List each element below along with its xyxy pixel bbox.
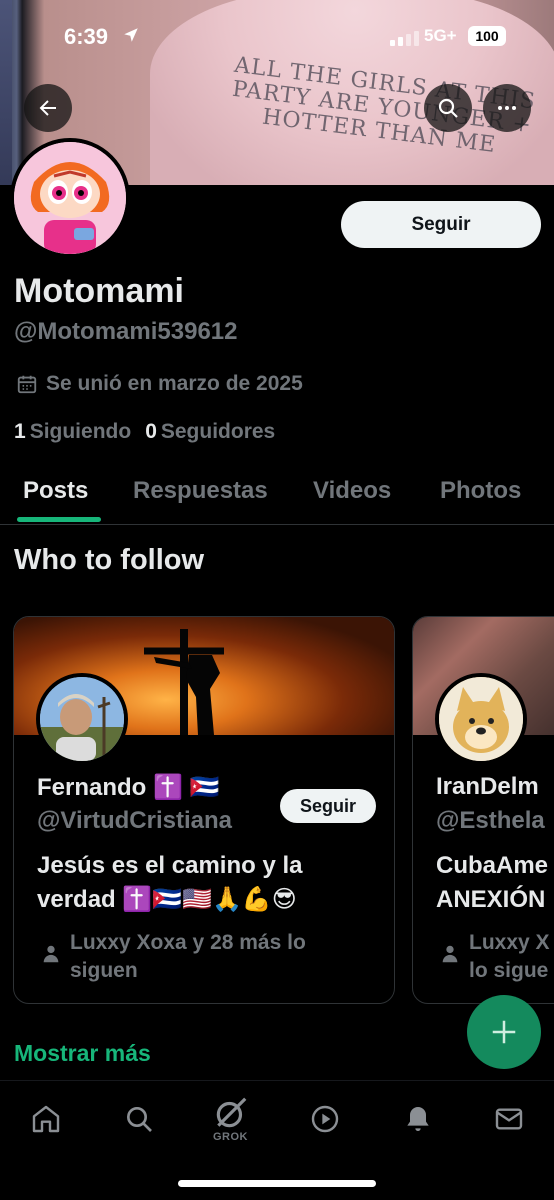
home-icon [32, 1105, 60, 1133]
tab-videos[interactable]: Videos [313, 477, 391, 505]
home-indicator[interactable] [178, 1180, 376, 1187]
card-avatar[interactable] [36, 673, 128, 765]
card-avatar[interactable] [435, 673, 527, 765]
active-tab-indicator [17, 517, 101, 522]
tab-posts[interactable]: Posts [23, 477, 88, 505]
who-to-follow-title: Who to follow [14, 544, 205, 576]
show-more-link[interactable]: Mostrar más [14, 1040, 151, 1067]
nav-search[interactable] [119, 1099, 159, 1139]
location-arrow-icon [122, 26, 140, 49]
followers-count: 0 [145, 420, 157, 443]
status-bar: 6:39 5G+ 100 [0, 0, 554, 75]
compose-post-button[interactable] [467, 995, 541, 1069]
nav-notifications[interactable] [398, 1099, 438, 1139]
card-bio: CubaAme ANEXIÓN [436, 852, 549, 913]
profile-avatar[interactable] [10, 138, 130, 258]
more-dots-icon [498, 106, 516, 110]
battery-icon: 100 [468, 26, 506, 46]
joined-text: Se unió en marzo de 2025 [46, 372, 303, 395]
profile-handle: @Motomami539612 [14, 318, 238, 345]
card-followed-by: Luxxy Xoxa y 28 más lo siguen [70, 931, 306, 982]
network-type: 5G+ [424, 26, 457, 45]
following-count: 1 [14, 420, 26, 443]
follow-counts: 1 Siguiendo 0 Seguidores [14, 420, 275, 444]
card-follow-button[interactable]: Seguir [280, 789, 376, 823]
search-icon [127, 1107, 152, 1132]
card-bio: Jesús es el camino y la verdad ✝️🇨🇺🇺🇸🙏💪😎 [37, 852, 303, 913]
bell-icon [407, 1107, 429, 1131]
tab-replies[interactable]: Respuestas [133, 477, 268, 505]
search-button[interactable] [424, 84, 472, 132]
profile-name: Motomami [14, 272, 184, 310]
signal-icon [390, 30, 420, 46]
nav-grok[interactable] [211, 1093, 251, 1133]
card-name: Fernando ✝️ 🇨🇺 [37, 774, 220, 801]
profile-tabs: Posts Respuestas Videos Photos [0, 465, 554, 525]
card-followed-by: Luxxy X lo sigue [469, 931, 550, 982]
more-options-button[interactable] [483, 84, 531, 132]
card-handle: @Esthela [436, 807, 545, 834]
joined-date: Se unió en marzo de 2025 [16, 372, 303, 396]
back-button[interactable] [24, 84, 72, 132]
card-handle: @VirtudCristiana [37, 807, 232, 834]
tab-photos[interactable]: Photos [440, 477, 521, 505]
card-name: IranDelm [436, 773, 539, 800]
nav-home[interactable] [26, 1099, 66, 1139]
following-link[interactable]: 1 Siguiendo [14, 420, 131, 444]
nav-videos[interactable] [305, 1099, 345, 1139]
grok-icon [216, 1097, 247, 1128]
grok-label: GROK [213, 1131, 248, 1143]
suggestion-card[interactable]: Fernando ✝️ 🇨🇺 Seguir @VirtudCristiana J… [13, 616, 395, 1004]
nav-messages[interactable] [489, 1099, 529, 1139]
person-icon [439, 943, 461, 970]
plus-icon [492, 1020, 516, 1044]
calendar-icon [17, 375, 37, 394]
search-icon [438, 98, 458, 118]
play-circle-icon [311, 1105, 339, 1133]
follow-button[interactable]: Seguir [341, 201, 541, 248]
suggestion-card[interactable]: IranDelm @Esthela CubaAme ANEXIÓN Luxxy … [412, 616, 554, 1004]
person-icon [40, 943, 62, 970]
arrow-left-icon [39, 100, 56, 116]
mail-icon [495, 1108, 523, 1130]
following-label: Siguiendo [29, 420, 132, 443]
status-time: 6:39 [64, 24, 109, 49]
followers-label: Seguidores [160, 420, 276, 443]
followers-link[interactable]: 0 Seguidores [145, 420, 275, 444]
